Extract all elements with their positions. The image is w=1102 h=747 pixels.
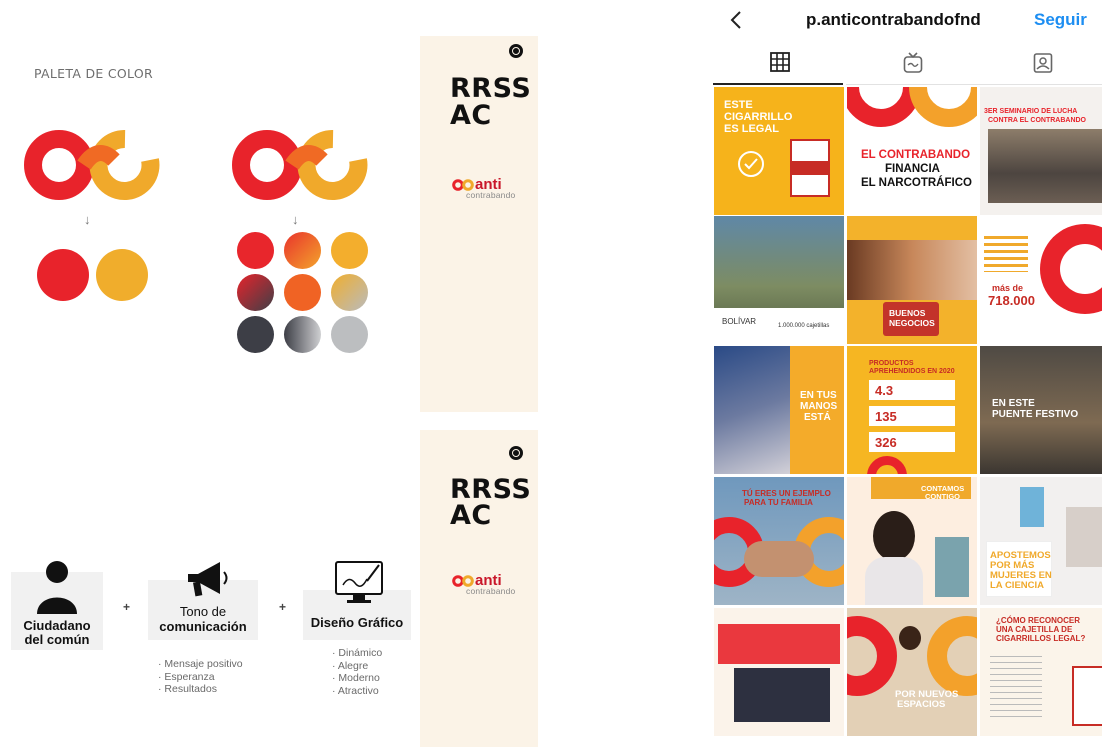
post-thumbnail[interactable]: PRODUCTOS APREHENDIDOS EN 2020 4.3 135 3… bbox=[847, 346, 977, 474]
rrss-panel: RRSS AC anti contrabando bbox=[420, 36, 538, 412]
list-item: · Atractivo bbox=[332, 684, 379, 697]
person-icon bbox=[37, 561, 77, 614]
tab-divider bbox=[846, 84, 1102, 85]
panel-title-line1: RRSS bbox=[450, 474, 532, 505]
post-thumbnail[interactable]: ¿CÓMO RECONOCER UNA CAJETILLA DE CIGARRI… bbox=[980, 608, 1102, 736]
arrow-down-icon: ↓ bbox=[84, 212, 91, 227]
list-item: · Alegre bbox=[332, 659, 369, 672]
rrss-panel: RRSS AC anti contrabando bbox=[420, 430, 538, 747]
post-thumbnail[interactable] bbox=[714, 608, 844, 736]
swatch-grid bbox=[237, 274, 274, 311]
list-item: · Resultados bbox=[158, 683, 217, 695]
swatch-grid bbox=[331, 232, 368, 269]
list-item: · Esperanza bbox=[158, 670, 215, 683]
tagged-icon[interactable] bbox=[1033, 52, 1053, 74]
citizen-card: Ciudadano del común bbox=[11, 561, 103, 650]
chevron-left-icon[interactable] bbox=[729, 10, 743, 30]
logo-mark-icon bbox=[452, 574, 474, 587]
swatch-grid bbox=[331, 274, 368, 311]
post-thumbnail[interactable]: POR NUEVOS ESPACIOS bbox=[847, 608, 977, 736]
swatch-grid bbox=[237, 316, 274, 353]
design-list: · Dinámico · Alegre · Moderno · Atractiv… bbox=[332, 647, 382, 697]
fist-bump-image bbox=[744, 541, 814, 577]
post-thumbnail[interactable]: APOSTEMOS POR MÁS MUJERES EN LA CIENCIA bbox=[980, 477, 1102, 605]
post-thumbnail[interactable]: BOLÍVAR 1.000.000 cajetillas bbox=[714, 216, 844, 344]
profile-username: p.anticontrabandofnd bbox=[806, 10, 981, 29]
anticontrabando-logo: anti contrabando bbox=[452, 176, 515, 200]
check-circle-icon bbox=[738, 151, 764, 177]
post-thumbnail[interactable]: BUENOS NEGOCIOS bbox=[847, 216, 977, 344]
arrow-down-icon: ↓ bbox=[292, 212, 299, 227]
igtv-icon[interactable] bbox=[903, 52, 923, 74]
badge-icon bbox=[509, 44, 523, 58]
logo-mark-icon bbox=[452, 178, 474, 191]
pack-band bbox=[790, 161, 830, 175]
grid-icon[interactable] bbox=[770, 52, 790, 72]
handshake-image bbox=[847, 240, 977, 300]
design-card: Diseño Gráfico bbox=[303, 561, 411, 640]
swatch-grid bbox=[284, 316, 321, 353]
woman-photo bbox=[873, 511, 915, 561]
post-thumbnail[interactable]: EN ESTE PUENTE FESTIVO bbox=[980, 346, 1102, 474]
post-thumbnail[interactable]: EN TUS MANOS ESTÁ bbox=[714, 346, 844, 474]
tone-card: Tono de comunicación bbox=[148, 562, 258, 640]
post-thumbnail[interactable]: más de 718.000 bbox=[980, 216, 1102, 344]
badge-icon bbox=[509, 446, 523, 460]
panel-title-line1: RRSS bbox=[450, 73, 532, 104]
plus-sign: + bbox=[123, 600, 131, 614]
swatch-grid bbox=[284, 232, 321, 269]
anticontrabando-logo: anti contrabando bbox=[452, 572, 515, 596]
post-thumbnail[interactable]: 3ER SEMINARIO DE LUCHA CONTRA EL CONTRAB… bbox=[980, 87, 1102, 215]
post-thumbnail[interactable]: ESTE CIGARRILLO ES LEGAL bbox=[714, 87, 844, 215]
swatch-grid bbox=[237, 232, 274, 269]
active-tab-indicator bbox=[713, 83, 843, 85]
tone-list: · Mensaje positivo · Esperanza · Resulta… bbox=[158, 658, 243, 696]
group-photo bbox=[988, 129, 1102, 203]
list-item: · Mensaje positivo bbox=[158, 658, 243, 670]
swatch-grid bbox=[284, 274, 321, 311]
follow-button[interactable]: Seguir bbox=[1034, 10, 1087, 30]
palette-title: PALETA DE COLOR bbox=[34, 66, 153, 81]
plus-sign: + bbox=[279, 600, 287, 614]
screens-image bbox=[734, 668, 830, 722]
brand-mark-large bbox=[24, 130, 160, 200]
books-image bbox=[714, 346, 790, 474]
post-thumbnail[interactable]: TÚ ERES UN EJEMPLO PARA TU FAMILIA bbox=[714, 477, 844, 605]
swatch-red bbox=[37, 249, 89, 301]
swatch-grid bbox=[331, 316, 368, 353]
list-item: · Dinámico bbox=[332, 647, 383, 659]
post-thumbnail[interactable]: CONTAMOS CONTIGO bbox=[847, 477, 977, 605]
swatch-orange bbox=[96, 249, 148, 301]
post-thumbnail[interactable]: EL CONTRABANDO FINANCIA EL NARCOTRÁFICO bbox=[847, 87, 977, 215]
brand-mark-gradient bbox=[232, 130, 368, 200]
panel-title-line2: AC bbox=[450, 500, 492, 531]
megaphone-icon bbox=[188, 562, 228, 597]
boy-photo bbox=[899, 626, 921, 650]
monitor-pen-icon bbox=[335, 561, 383, 603]
list-item: · Moderno bbox=[332, 672, 380, 684]
cigarette-pack-image bbox=[1072, 666, 1102, 726]
panel-title-line2: AC bbox=[450, 100, 492, 131]
